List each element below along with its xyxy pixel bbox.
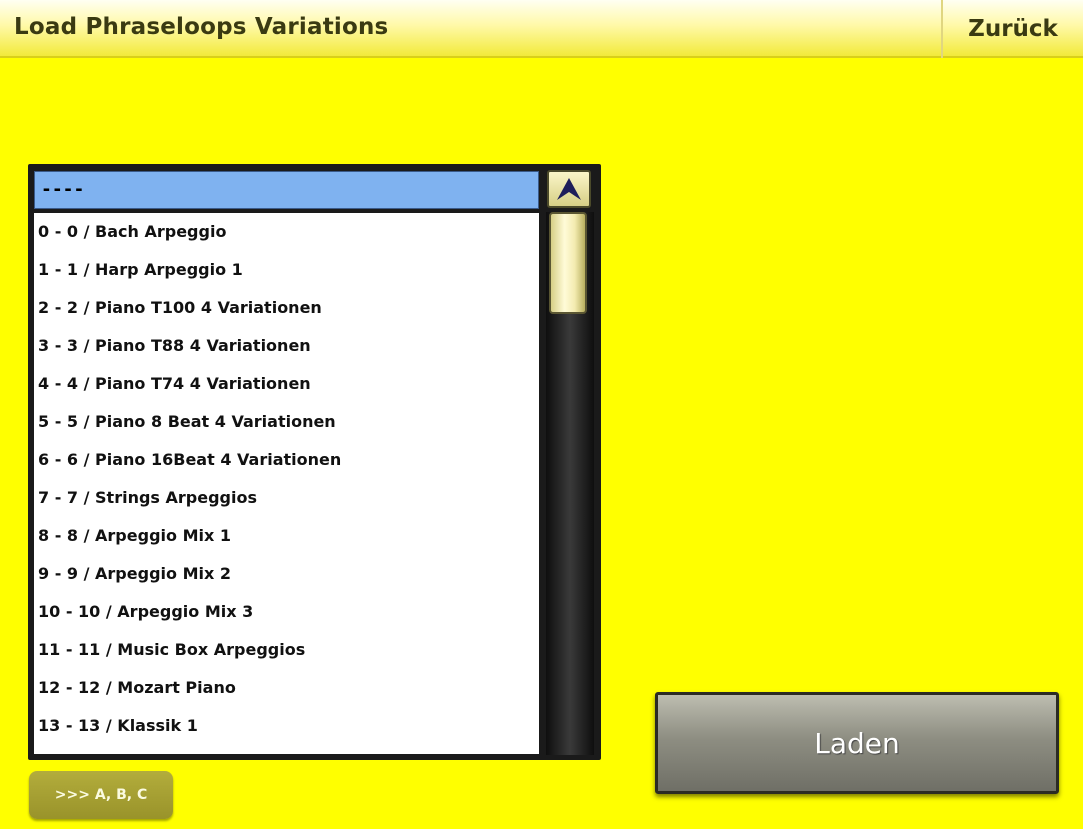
selected-variation-field[interactable]: ---- — [34, 171, 539, 209]
list-item[interactable]: 1 - 1 / Harp Arpeggio 1 — [34, 251, 539, 289]
page-title: Load Phraseloops Variations — [14, 14, 389, 40]
scrollbar-thumb[interactable] — [549, 212, 587, 314]
list-item[interactable]: 8 - 8 / Arpeggio Mix 1 — [34, 517, 539, 555]
list-item[interactable]: 6 - 6 / Piano 16Beat 4 Variationen — [34, 441, 539, 479]
list-item[interactable]: 7 - 7 / Strings Arpeggios — [34, 479, 539, 517]
list-item[interactable]: 4 - 4 / Piano T74 4 Variationen — [34, 365, 539, 403]
back-button[interactable]: Zurück — [941, 0, 1083, 58]
list-item[interactable]: 10 - 10 / Arpeggio Mix 3 — [34, 593, 539, 631]
load-button[interactable]: Laden — [655, 692, 1059, 794]
title-bar: Load Phraseloops Variations Zurück — [0, 0, 1083, 58]
arrow-up-icon — [557, 178, 581, 200]
list-item[interactable]: 13 - 13 / Klassik 1 — [34, 707, 539, 745]
list-item[interactable]: 3 - 3 / Piano T88 4 Variationen — [34, 327, 539, 365]
list-item[interactable]: 12 - 12 / Mozart Piano — [34, 669, 539, 707]
variation-list: 0 - 0 / Bach Arpeggio 1 - 1 / Harp Arpegg… — [34, 213, 539, 754]
list-item[interactable]: 11 - 11 / Music Box Arpeggios — [34, 631, 539, 669]
list-item[interactable]: 0 - 0 / Bach Arpeggio — [34, 213, 539, 251]
list-item[interactable]: 5 - 5 / Piano 8 Beat 4 Variationen — [34, 403, 539, 441]
abc-filter-button[interactable]: >>> A, B, C — [29, 771, 173, 819]
scrollbar-track[interactable] — [546, 212, 594, 755]
list-item[interactable]: 9 - 9 / Arpeggio Mix 2 — [34, 555, 539, 593]
variation-list-panel: ---- 0 - 0 / Bach Arpeggio 1 - 1 / Harp A… — [28, 164, 601, 760]
list-item[interactable]: 2 - 2 / Piano T100 4 Variationen — [34, 289, 539, 327]
scroll-up-button[interactable] — [547, 170, 591, 208]
